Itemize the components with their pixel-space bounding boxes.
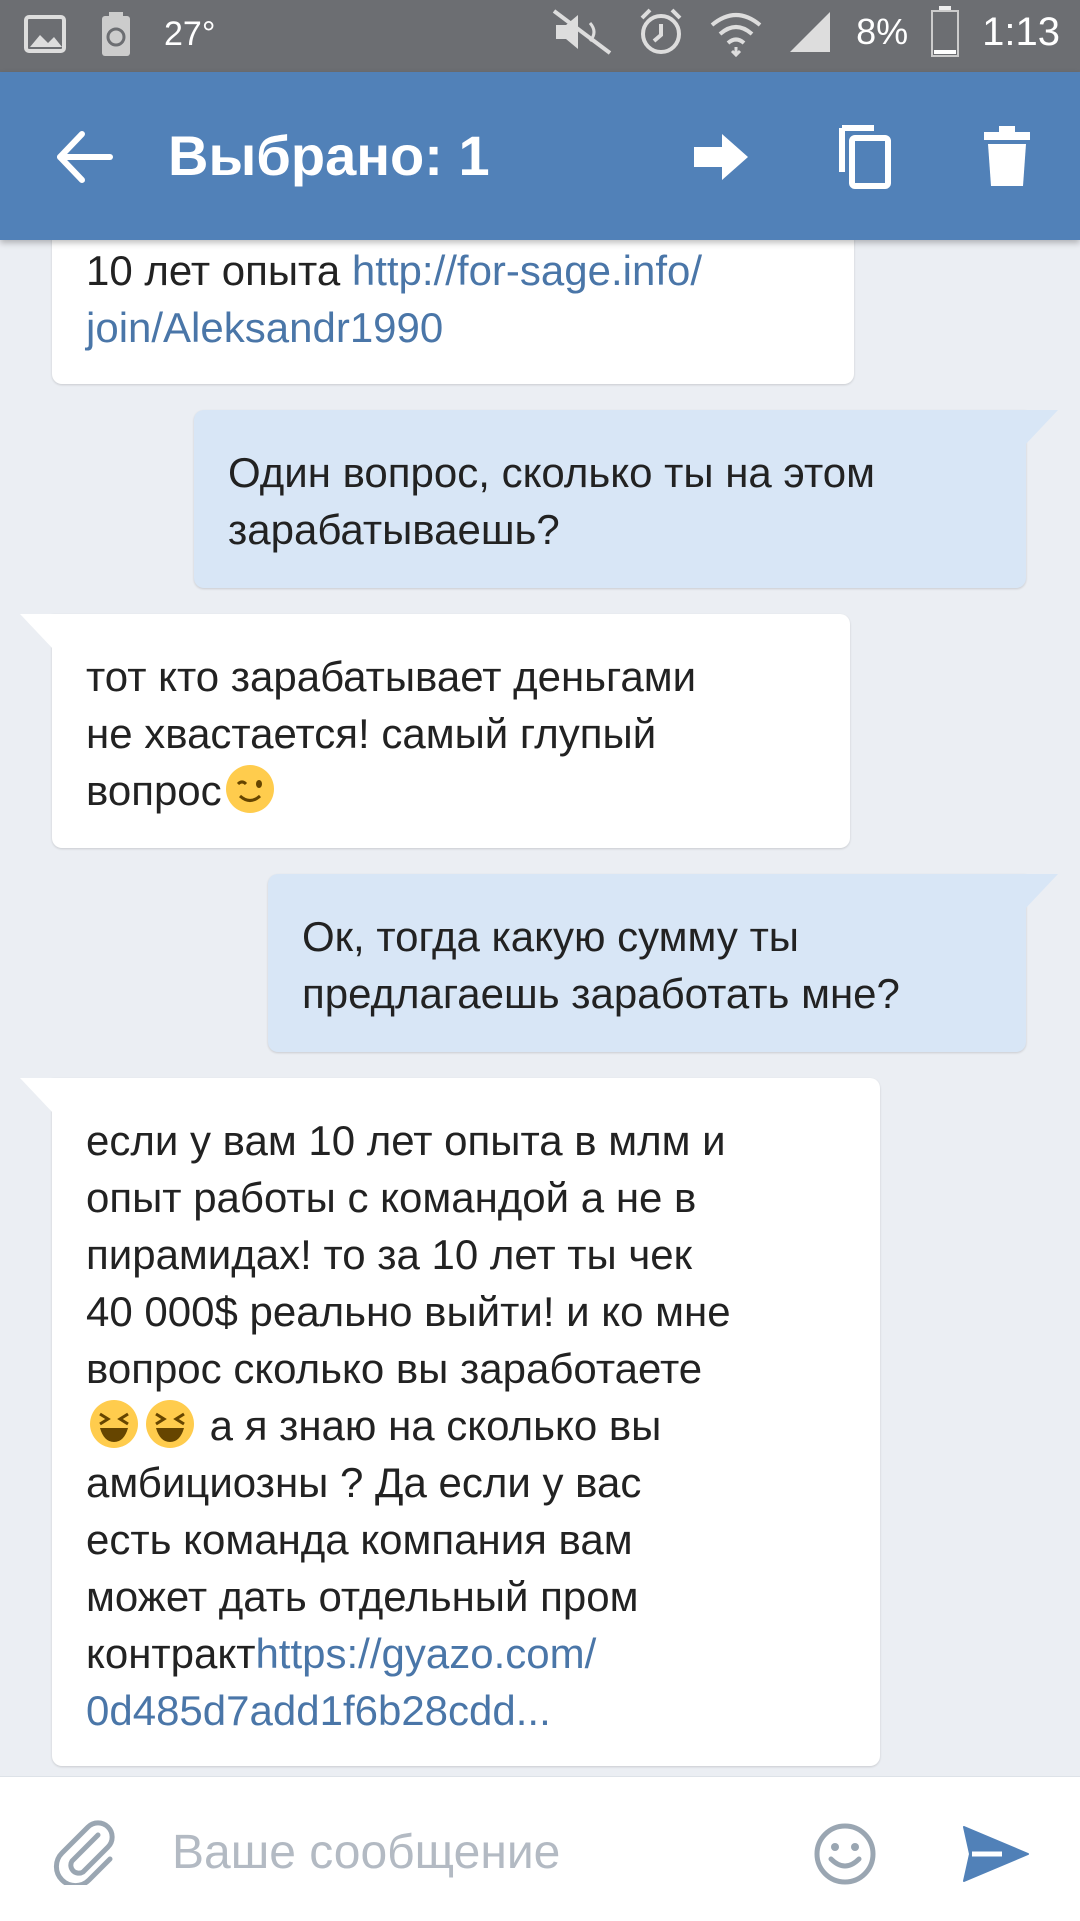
message-text: контракт xyxy=(86,1630,256,1677)
message-text: вопрос xyxy=(86,767,222,814)
wifi-icon xyxy=(710,13,762,57)
recycle-icon xyxy=(102,12,130,56)
bubble-tail xyxy=(1024,410,1058,446)
message-outgoing[interactable]: Один вопрос, сколько ты на этом зарабаты… xyxy=(194,410,1026,588)
message-text: предлагаешь заработать мне? xyxy=(302,970,900,1017)
message-outgoing[interactable]: Ок, тогда какую сумму ты предлагаешь зар… xyxy=(268,874,1026,1052)
signal-icon xyxy=(790,12,831,52)
forward-icon[interactable] xyxy=(686,122,756,192)
message-text: вопрос сколько вы заработаете xyxy=(86,1345,703,1392)
message-text: есть команда компания вам xyxy=(86,1516,633,1563)
message-link[interactable]: 0d485d7add1f6b28cdd... xyxy=(86,1687,551,1734)
delete-icon[interactable] xyxy=(972,122,1042,192)
wink-emoji-icon xyxy=(225,765,274,813)
message-input[interactable]: Ваше сообщение xyxy=(172,1825,560,1881)
bubble-tail xyxy=(1024,874,1058,910)
message-text: не хвастается! самый глупый xyxy=(86,710,657,757)
message-text: Ок, тогда какую сумму ты xyxy=(302,913,799,960)
message-link[interactable]: https://gyazo.com/ xyxy=(255,1630,596,1677)
message-text: 10 лет опыта xyxy=(86,247,352,294)
page-title: Выбрано: 1 xyxy=(168,124,490,187)
send-icon[interactable] xyxy=(960,1823,1032,1885)
mute-icon xyxy=(552,9,612,55)
laughing-emoji-icon xyxy=(146,1400,194,1448)
message-incoming[interactable]: если у вам 10 лет опыта в млм и опыт раб… xyxy=(52,1078,880,1766)
message-text: а я знаю на сколько вы xyxy=(198,1402,662,1449)
paperclip-icon[interactable] xyxy=(52,1819,118,1885)
message-composer: Ваше сообщение xyxy=(0,1776,1080,1921)
message-text: тот кто зарабатывает деньгами xyxy=(86,653,697,700)
battery-icon xyxy=(931,6,960,57)
status-bar: 27° 8% 1:13 xyxy=(0,0,1080,72)
message-text: зарабатываешь? xyxy=(228,506,560,553)
bubble-tail xyxy=(20,614,54,650)
alarm-icon xyxy=(640,8,682,54)
message-link[interactable]: http://for-sage.info/ xyxy=(352,247,702,294)
temperature-text: 27° xyxy=(164,14,216,53)
smiley-icon[interactable] xyxy=(812,1821,878,1887)
copy-icon[interactable] xyxy=(828,122,898,192)
message-text: 40 000$ реально выйти! и ко мне xyxy=(86,1288,731,1335)
message-text: если у вам 10 лет опыта в млм и xyxy=(86,1117,726,1164)
battery-percent: 8% xyxy=(856,11,909,52)
arrow-back-icon[interactable] xyxy=(50,122,120,192)
laughing-emoji-icon xyxy=(90,1400,138,1448)
message-incoming[interactable]: тот кто зарабатывает деньгами не хвастае… xyxy=(52,614,850,848)
selection-app-bar: Выбрано: 1 xyxy=(0,72,1080,240)
gallery-icon xyxy=(24,15,66,53)
clock: 1:13 xyxy=(982,9,1060,54)
message-text: может дать отдельный пром xyxy=(86,1573,639,1620)
bubble-tail xyxy=(20,1078,54,1114)
message-text: Один вопрос, сколько ты на этом xyxy=(228,449,875,496)
message-text: амбициозны ? Да если у вас xyxy=(86,1459,642,1506)
message-text: опыт работы с командой а не в xyxy=(86,1174,697,1221)
message-text: пирамидах! то за 10 лет ты чек xyxy=(86,1231,693,1278)
message-link[interactable]: join/Aleksandr1990 xyxy=(86,304,443,351)
